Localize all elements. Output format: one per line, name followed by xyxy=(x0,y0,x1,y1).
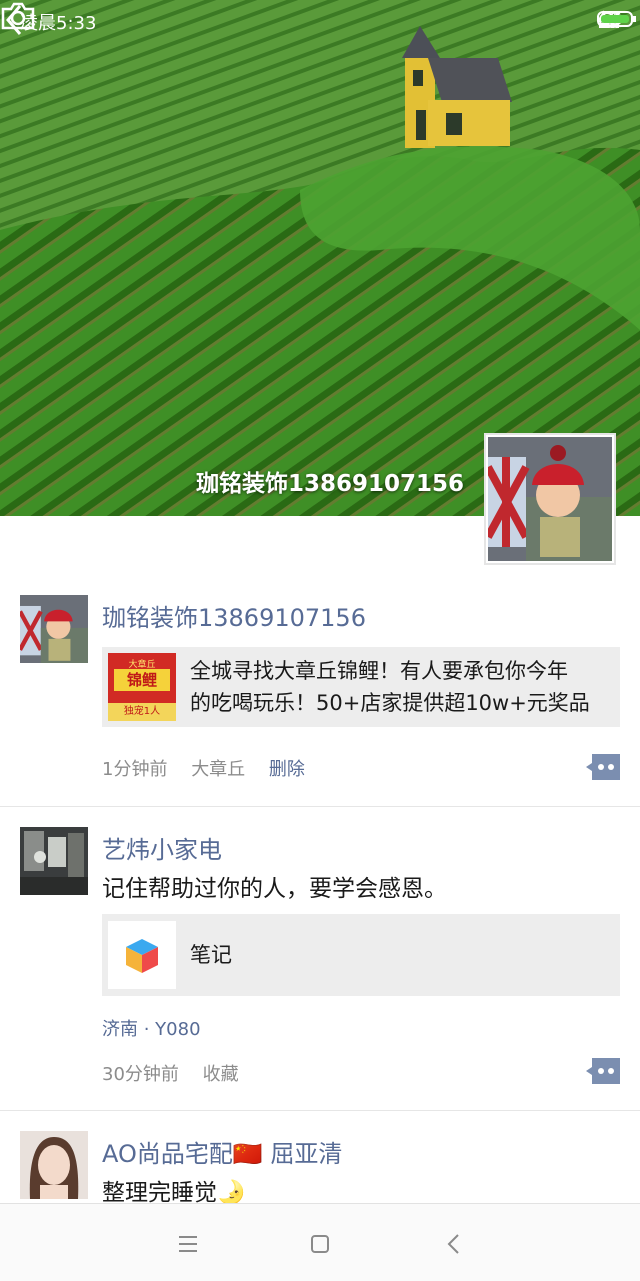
baby-avatar-image xyxy=(488,437,612,561)
post-time: 1分钟前 xyxy=(102,759,168,780)
divider xyxy=(0,1110,640,1111)
post-author[interactable]: AO尚品宅配🇨🇳 屈亚清 xyxy=(102,1134,342,1169)
profile-avatar[interactable] xyxy=(484,433,616,565)
status-bar: 凌晨5:33 4G xyxy=(0,0,640,40)
post-time: 30分钟前 xyxy=(102,1064,179,1085)
link-text-line1: 全城寻找大章丘锦鲤！有人要承包你今年 xyxy=(190,659,568,683)
post-location[interactable]: 大章丘 xyxy=(191,759,245,780)
koi-promo-thumbnail: 大章丘 锦鲤 独宠1人 xyxy=(108,653,176,721)
baby-avatar-image xyxy=(20,595,88,663)
avatar[interactable] xyxy=(20,1131,88,1199)
cube-icon xyxy=(126,939,158,973)
delete-link[interactable]: 删除 xyxy=(269,759,305,780)
link-text-line2: 的吃喝玩乐！50+店家提供超10w+元奖品 xyxy=(190,691,590,715)
system-navigation-bar xyxy=(0,1203,640,1281)
avatar[interactable] xyxy=(20,595,88,663)
link-card[interactable]: 大章丘 锦鲤 独宠1人 全城寻找大章丘锦鲤！有人要承包你今年 的吃喝玩乐！50+… xyxy=(102,647,620,727)
post-text: 整理完睡觉🌛 xyxy=(102,1180,246,1206)
notes-thumbnail xyxy=(108,921,176,989)
camera-icon[interactable] xyxy=(0,0,36,32)
favorite-label[interactable]: 收藏 xyxy=(203,1064,239,1085)
post-author[interactable]: 艺炜小家电 xyxy=(102,830,222,865)
post-meta: 30分钟前 收藏 xyxy=(102,1060,257,1086)
cover-username: 珈铭装饰13869107156 xyxy=(195,471,464,497)
woman-avatar-image xyxy=(20,1131,88,1199)
avatar[interactable] xyxy=(20,827,88,895)
system-back-icon[interactable] xyxy=(436,1226,472,1262)
comment-more-icon[interactable] xyxy=(586,754,620,780)
post-text: 记住帮助过你的人，要学会感恩。 xyxy=(102,876,447,902)
link-title: 笔记 xyxy=(190,943,232,967)
home-icon[interactable] xyxy=(302,1226,338,1262)
divider xyxy=(0,806,640,807)
thumb-sub: 独宠1人 xyxy=(108,703,176,721)
comment-more-icon[interactable] xyxy=(586,1058,620,1084)
appliance-avatar-image xyxy=(20,827,88,895)
post-author[interactable]: 珈铭装饰13869107156 xyxy=(102,598,366,633)
post-location[interactable]: 济南 · Y080 xyxy=(102,1015,201,1041)
battery-icon xyxy=(596,11,636,27)
thumb-main: 锦鲤 xyxy=(114,669,170,691)
menu-icon[interactable] xyxy=(170,1226,206,1262)
post-meta: 1分钟前 大章丘 删除 xyxy=(102,755,323,781)
link-text: 全城寻找大章丘锦鲤！有人要承包你今年 的吃喝玩乐！50+店家提供超10w+元奖品 xyxy=(190,655,590,719)
link-card[interactable]: 笔记 xyxy=(102,914,620,996)
